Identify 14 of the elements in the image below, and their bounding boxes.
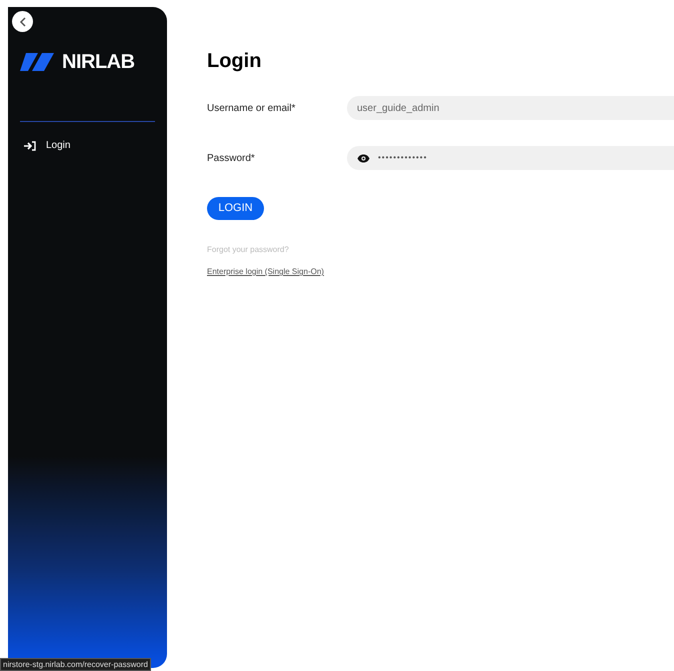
status-url: nirstore-stg.nirlab.com/recover-password bbox=[0, 658, 151, 671]
logo-icon bbox=[20, 53, 56, 71]
login-icon bbox=[24, 140, 36, 150]
username-field[interactable]: user_guide_admin bbox=[347, 96, 674, 120]
field-label: Username or email* bbox=[207, 102, 296, 116]
chevron-left-icon bbox=[18, 16, 26, 26]
field-label: Password* bbox=[207, 152, 256, 166]
login-button[interactable]: LOGIN bbox=[207, 197, 264, 220]
logo-text: NIRLAB bbox=[62, 50, 135, 75]
eye-icon[interactable] bbox=[357, 154, 370, 162]
link[interactable]: Enterprise login (Single Sign-On) bbox=[207, 266, 324, 278]
page-title: Login bbox=[207, 49, 262, 74]
password-field[interactable]: ••••••••••••• bbox=[347, 146, 674, 170]
sidebar-item[interactable]: Login bbox=[20, 135, 155, 156]
